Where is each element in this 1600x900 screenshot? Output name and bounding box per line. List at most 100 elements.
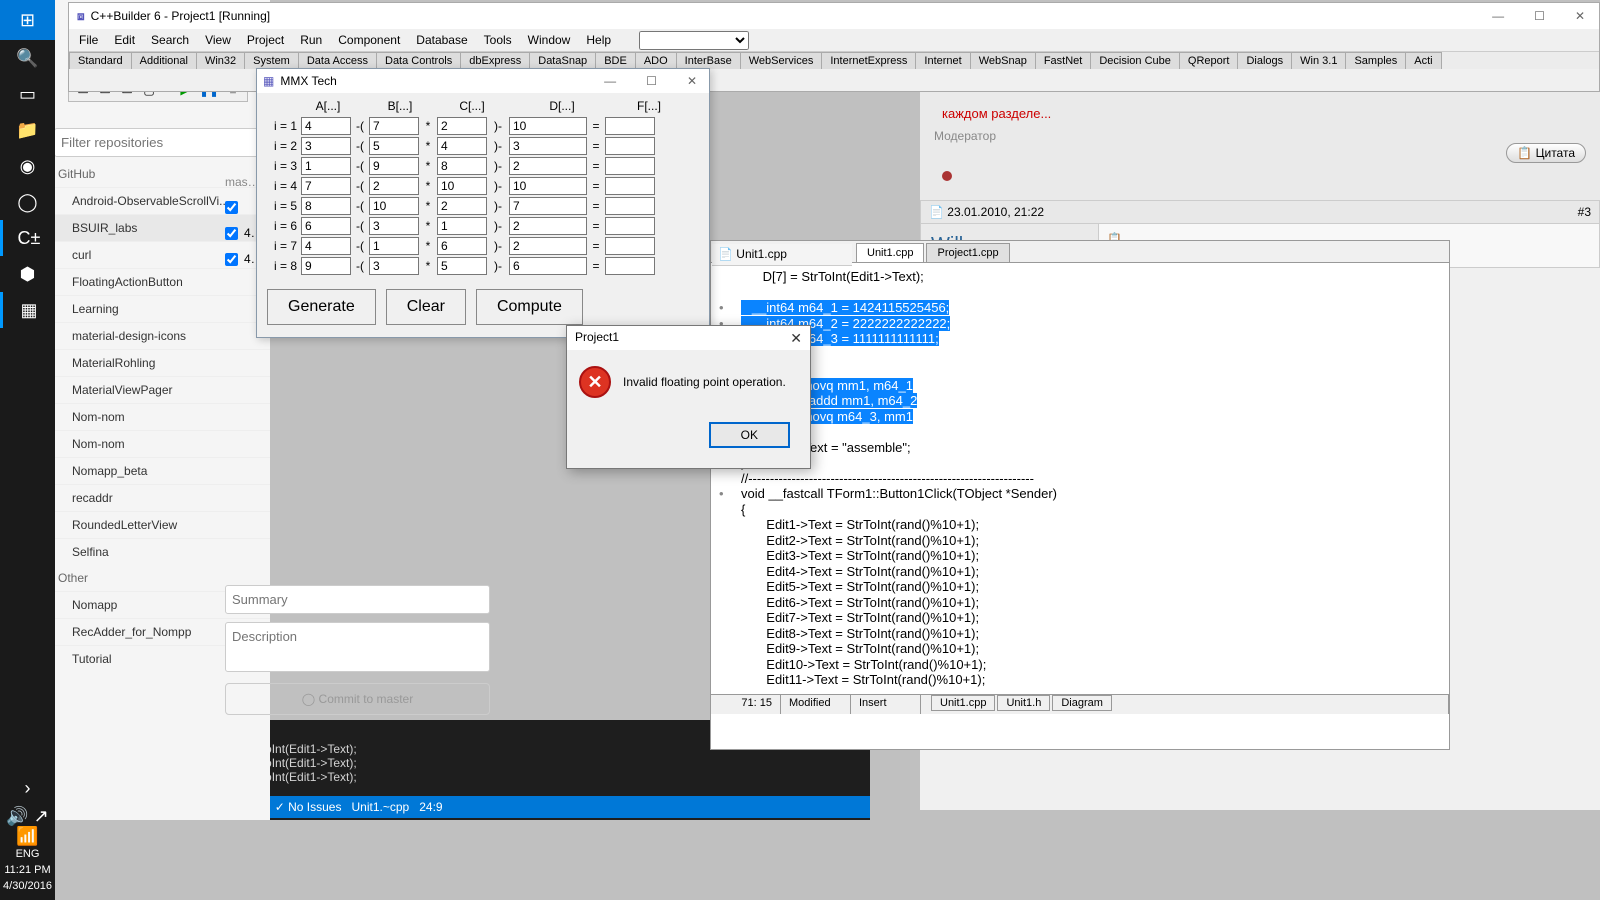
repo-item[interactable]: MaterialViewPager — [50, 376, 270, 403]
change-checkbox-2[interactable] — [225, 227, 238, 240]
repo-item[interactable]: MaterialRohling — [50, 349, 270, 376]
palette-tab[interactable]: InterBase — [676, 52, 741, 69]
menu-edit[interactable]: Edit — [108, 31, 141, 49]
cpp-builder-icon[interactable]: C± — [0, 220, 55, 256]
input-c[interactable] — [437, 117, 487, 135]
palette-tab[interactable]: Standard — [69, 52, 132, 69]
repo-item[interactable]: Nom-nom — [50, 430, 270, 457]
palette-tab[interactable]: Acti — [1405, 52, 1441, 69]
input-d[interactable] — [509, 217, 587, 235]
menu-project[interactable]: Project — [241, 31, 290, 49]
output-f[interactable] — [605, 117, 655, 135]
repo-item[interactable]: Learning — [50, 295, 270, 322]
menu-search[interactable]: Search — [145, 31, 195, 49]
start-button[interactable]: ⊞ — [0, 0, 55, 40]
expand-icon[interactable]: › — [0, 770, 55, 806]
input-c[interactable] — [437, 157, 487, 175]
palette-tab[interactable]: Decision Cube — [1090, 52, 1180, 69]
menu-window[interactable]: Window — [522, 31, 577, 49]
github-desktop-icon[interactable]: ◉ — [0, 148, 55, 184]
btab-h[interactable]: Unit1.h — [997, 695, 1050, 711]
palette-tab[interactable]: Data Access — [298, 52, 377, 69]
output-f[interactable] — [605, 217, 655, 235]
input-b[interactable] — [369, 217, 419, 235]
generate-button[interactable]: Generate — [267, 289, 376, 325]
palette-tab[interactable]: WebSnap — [970, 52, 1036, 69]
input-c[interactable] — [437, 257, 487, 275]
btab-cpp[interactable]: Unit1.cpp — [931, 695, 995, 711]
palette-tab[interactable]: dbExpress — [460, 52, 530, 69]
palette-tab[interactable]: ADO — [635, 52, 677, 69]
quote-button[interactable]: 📋 Цитата — [1506, 143, 1586, 163]
palette-tab[interactable]: Win 3.1 — [1291, 52, 1346, 69]
mmx-close[interactable]: ✕ — [681, 72, 703, 90]
palette-tab[interactable]: DataSnap — [529, 52, 596, 69]
clock-date[interactable]: 4/30/2016 — [0, 878, 55, 894]
ok-button[interactable]: OK — [709, 422, 790, 448]
palette-tab[interactable]: Samples — [1345, 52, 1406, 69]
clear-button[interactable]: Clear — [386, 289, 466, 325]
input-d[interactable] — [509, 117, 587, 135]
input-a[interactable] — [301, 177, 351, 195]
palette-tab[interactable]: Data Controls — [376, 52, 461, 69]
file-explorer-icon[interactable]: 📁 — [0, 112, 55, 148]
menu-component[interactable]: Component — [332, 31, 406, 49]
input-b[interactable] — [369, 117, 419, 135]
palette-tab[interactable]: Internet — [915, 52, 970, 69]
input-d[interactable] — [509, 237, 587, 255]
mmx-maximize[interactable]: ☐ — [640, 72, 663, 90]
palette-tab[interactable]: WebServices — [740, 52, 823, 69]
volume-icon[interactable]: 🔊 ↗ — [0, 806, 55, 826]
maximize-button[interactable]: ☐ — [1528, 7, 1551, 25]
repo-item[interactable]: FloatingActionButton — [50, 268, 270, 295]
language-indicator[interactable]: ENG — [0, 846, 55, 862]
input-b[interactable] — [369, 237, 419, 255]
menu-help[interactable]: Help — [580, 31, 617, 49]
palette-tab[interactable]: System — [244, 52, 299, 69]
output-f[interactable] — [605, 137, 655, 155]
code-editor[interactable]: Unit1.cppProject1.cpp D[7] = StrToInt(Ed… — [710, 240, 1450, 750]
input-c[interactable] — [437, 137, 487, 155]
app-icon[interactable]: ⬢ — [0, 256, 55, 292]
input-b[interactable] — [369, 257, 419, 275]
task-view-icon[interactable]: ▭ — [0, 76, 55, 112]
component-dropdown[interactable] — [639, 31, 749, 50]
menu-view[interactable]: View — [199, 31, 237, 49]
repo-item[interactable]: Nom-nom — [50, 403, 270, 430]
close-button[interactable]: ✕ — [1569, 7, 1591, 25]
palette-tab[interactable]: Win32 — [196, 52, 245, 69]
output-f[interactable] — [605, 157, 655, 175]
compute-button[interactable]: Compute — [476, 289, 583, 325]
input-c[interactable] — [437, 177, 487, 195]
output-f[interactable] — [605, 197, 655, 215]
input-c[interactable] — [437, 217, 487, 235]
input-d[interactable] — [509, 177, 587, 195]
input-a[interactable] — [301, 257, 351, 275]
mmx-minimize[interactable]: — — [598, 72, 622, 90]
search-icon[interactable]: 🔍 — [0, 40, 55, 76]
minimize-button[interactable]: — — [1486, 7, 1510, 25]
repo-item[interactable]: material-design-icons — [50, 322, 270, 349]
input-a[interactable] — [301, 137, 351, 155]
change-checkbox-3[interactable] — [225, 253, 238, 266]
palette-tab[interactable]: InternetExpress — [821, 52, 916, 69]
input-a[interactable] — [301, 157, 351, 175]
input-a[interactable] — [301, 117, 351, 135]
palette-tab[interactable]: QReport — [1179, 52, 1239, 69]
palette-tab[interactable]: Dialogs — [1237, 52, 1292, 69]
commit-button[interactable]: ◯ Commit to master — [225, 683, 490, 715]
menu-tools[interactable]: Tools — [478, 31, 518, 49]
wifi-icon[interactable]: 📶 — [0, 826, 55, 846]
input-c[interactable] — [437, 197, 487, 215]
input-a[interactable] — [301, 237, 351, 255]
menu-file[interactable]: File — [73, 31, 104, 49]
repo-item[interactable]: Nomapp_beta — [50, 457, 270, 484]
chrome-icon[interactable]: ◯ — [0, 184, 55, 220]
change-checkbox-1[interactable] — [225, 201, 238, 214]
dialog-close-icon[interactable]: ✕ — [790, 330, 802, 346]
editor-tab[interactable]: Unit1.cpp — [856, 243, 924, 262]
output-f[interactable] — [605, 257, 655, 275]
input-d[interactable] — [509, 257, 587, 275]
input-b[interactable] — [369, 157, 419, 175]
btab-diagram[interactable]: Diagram — [1052, 695, 1112, 711]
